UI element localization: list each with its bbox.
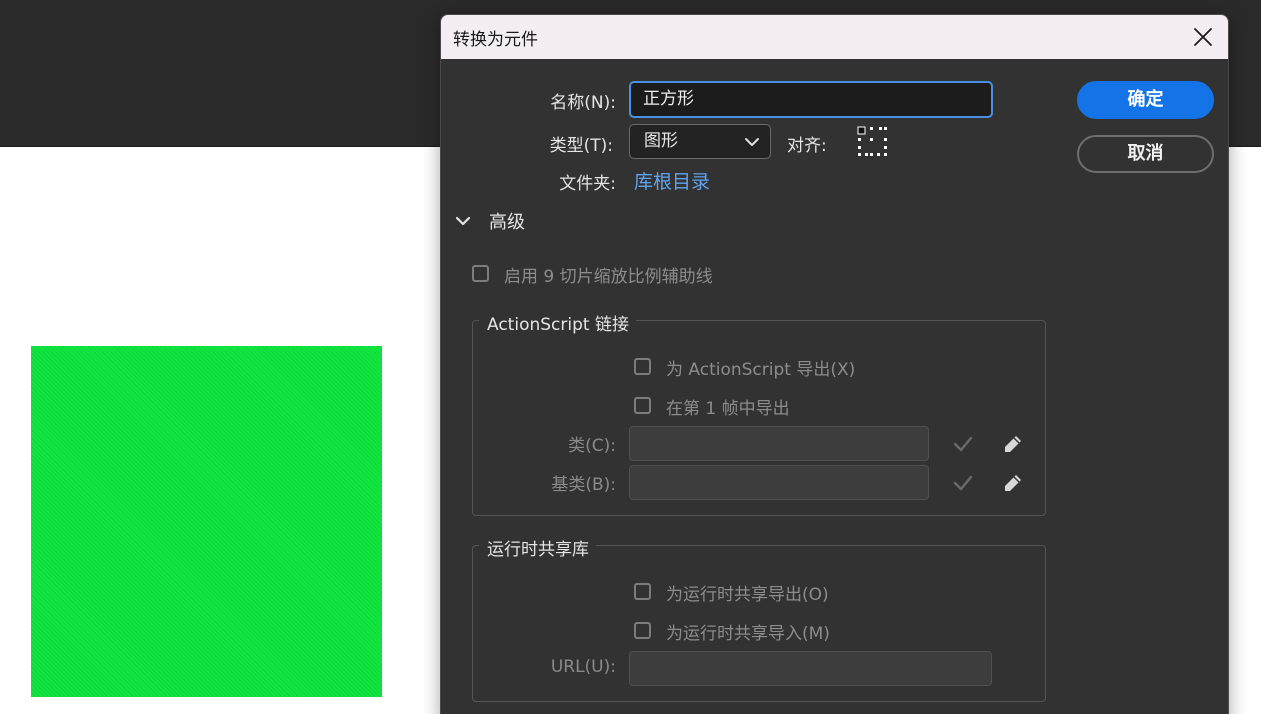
green-square-shape[interactable] [31, 346, 382, 697]
actionscript-group-title: ActionScript 链接 [479, 310, 636, 335]
dialog-title: 转换为元件 [453, 30, 538, 50]
type-dropdown[interactable]: 图形 [629, 124, 771, 159]
check-icon[interactable] [951, 471, 975, 495]
export-frame1-checkbox[interactable] [634, 397, 651, 414]
base-class-input[interactable] [629, 465, 929, 500]
class-label: 类(C): [568, 436, 616, 456]
advanced-label: 高级 [489, 212, 525, 233]
name-label: 名称(N): [550, 93, 616, 113]
advanced-toggle[interactable]: 高级 [455, 208, 525, 234]
registration-grid-icon[interactable] [857, 126, 889, 158]
check-icon[interactable] [951, 432, 975, 456]
chevron-down-icon [745, 138, 759, 146]
close-icon[interactable] [1190, 24, 1216, 50]
dialog-titlebar[interactable]: 转换为元件 [441, 15, 1228, 59]
name-input[interactable]: 正方形 [629, 81, 993, 118]
base-class-label: 基类(B): [551, 475, 616, 495]
class-input[interactable] [629, 426, 929, 461]
export-actionscript-checkbox[interactable] [634, 358, 651, 375]
pencil-icon[interactable] [1001, 471, 1025, 495]
type-dropdown-value: 图形 [644, 131, 678, 151]
cancel-button[interactable]: 取消 [1077, 135, 1214, 173]
convert-to-symbol-dialog: 转换为元件 名称(N): 正方形 类型(T): 图形 对齐: 文件夹: 库根目录… [440, 14, 1229, 714]
export-actionscript-label: 为 ActionScript 导出(X) [666, 360, 856, 380]
runtime-export-checkbox[interactable] [634, 583, 651, 600]
runtime-sharing-group-title: 运行时共享库 [479, 535, 596, 560]
align-label: 对齐: [787, 136, 827, 156]
url-input[interactable] [629, 651, 992, 686]
export-frame1-label: 在第 1 帧中导出 [666, 399, 790, 419]
nine-slice-checkbox[interactable] [472, 265, 489, 282]
pencil-icon[interactable] [1001, 432, 1025, 456]
runtime-import-checkbox[interactable] [634, 622, 651, 639]
folder-link[interactable]: 库根目录 [634, 167, 710, 194]
chevron-down-icon [455, 216, 471, 226]
ok-button[interactable]: 确定 [1077, 81, 1214, 119]
runtime-export-label: 为运行时共享导出(O) [666, 585, 829, 605]
folder-label: 文件夹: [559, 174, 616, 194]
nine-slice-label: 启用 9 切片缩放比例辅助线 [504, 267, 713, 287]
url-label: URL(U): [550, 657, 616, 677]
type-label: 类型(T): [549, 136, 613, 156]
runtime-import-label: 为运行时共享导入(M) [666, 624, 830, 644]
